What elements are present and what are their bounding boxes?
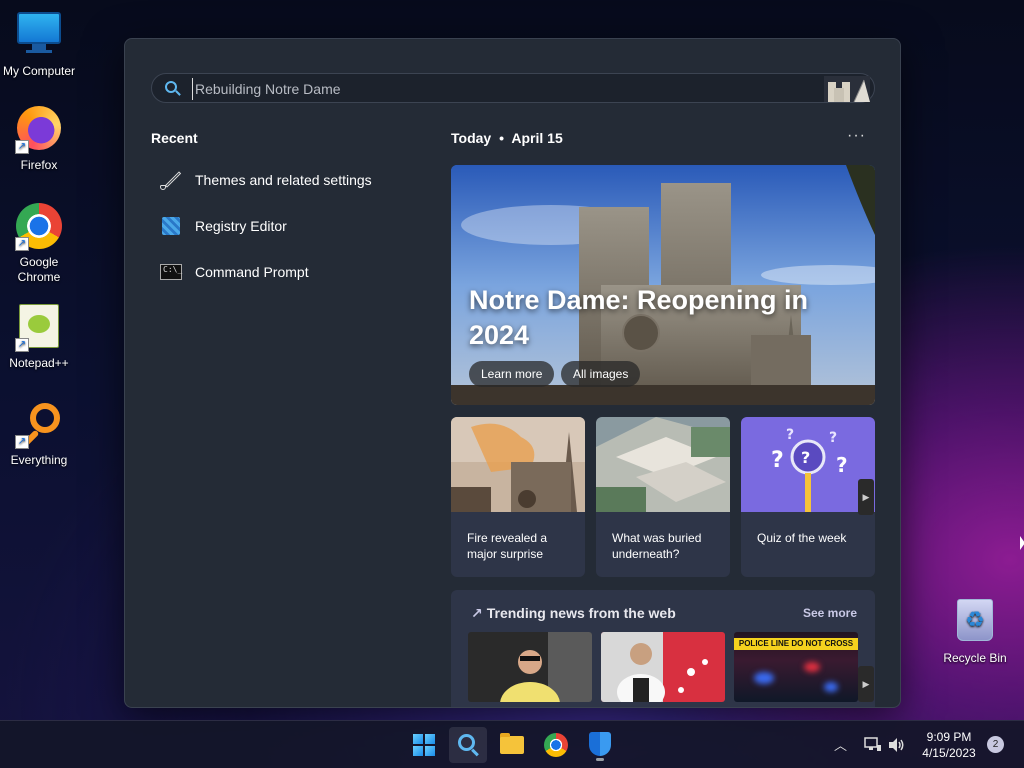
today-separator: • bbox=[499, 130, 504, 146]
today-date: April 15 bbox=[511, 130, 563, 146]
trending-arrow-icon: ↗ bbox=[471, 605, 483, 621]
trending-heading: ↗ Trending news from the web bbox=[471, 605, 676, 622]
taskbar-search-button[interactable] bbox=[449, 727, 487, 763]
shortcut-arrow-icon: ↗ bbox=[15, 237, 29, 251]
desktop-icon-everything[interactable]: ↗ Everything bbox=[0, 400, 78, 467]
computer-icon bbox=[15, 12, 63, 60]
notepadpp-icon: ↗ bbox=[15, 304, 63, 352]
network-icon[interactable] bbox=[864, 737, 882, 753]
search-input[interactable] bbox=[192, 78, 792, 100]
recent-item-label: Themes and related settings bbox=[195, 172, 372, 188]
svg-text:?: ? bbox=[801, 448, 810, 467]
registry-editor-icon bbox=[159, 214, 183, 238]
svg-text:?: ? bbox=[836, 453, 848, 477]
desktop-icon-my-computer[interactable]: My Computer bbox=[0, 8, 78, 78]
hero-card[interactable]: Notre Dame: Reopening in 2024 Learn more… bbox=[451, 165, 875, 405]
running-indicator bbox=[596, 758, 604, 761]
desktop-icon-label: Firefox bbox=[20, 158, 58, 172]
recent-item-command-prompt[interactable]: C:\_ Command Prompt bbox=[159, 258, 419, 286]
svg-text:?: ? bbox=[786, 427, 794, 443]
recent-item-registry-editor[interactable]: Registry Editor bbox=[159, 212, 419, 240]
desktop-icon-label: Everything bbox=[10, 453, 68, 467]
see-more-link[interactable]: See more bbox=[803, 606, 857, 620]
trending-next-button[interactable]: ▶ bbox=[858, 666, 874, 702]
mouse-cursor-icon bbox=[1020, 536, 1024, 550]
folder-icon bbox=[500, 733, 524, 754]
news-card[interactable]: ? ? ? ? ? Quiz of the week bbox=[741, 417, 875, 577]
news-card[interactable]: What was buried underneath? bbox=[596, 417, 730, 577]
desktop-icon-firefox[interactable]: ↗ Firefox bbox=[0, 104, 78, 172]
cards-next-button[interactable]: ▶ bbox=[858, 479, 874, 515]
recent-item-label: Registry Editor bbox=[195, 218, 287, 234]
trending-thumbnail[interactable] bbox=[601, 632, 725, 702]
today-heading: Today • April 15 bbox=[451, 130, 563, 146]
trending-news-section: ↗ Trending news from the web See more POL… bbox=[451, 590, 875, 707]
card-caption: What was buried underneath? bbox=[612, 531, 702, 561]
volume-icon[interactable] bbox=[888, 737, 906, 753]
taskbar-chrome[interactable] bbox=[537, 727, 575, 763]
shortcut-arrow-icon: ↗ bbox=[15, 338, 29, 352]
police-tape: POLICE LINE DO NOT CROSS bbox=[734, 638, 858, 650]
svg-text:?: ? bbox=[771, 448, 784, 473]
all-images-button[interactable]: All images bbox=[561, 361, 641, 387]
notre-dame-thumbnail-icon bbox=[824, 76, 870, 102]
command-prompt-icon: C:\_ bbox=[159, 260, 183, 284]
trending-thumbnail[interactable]: POLICE LINE DO NOT CROSS bbox=[734, 632, 858, 702]
everything-icon: ↗ bbox=[15, 401, 63, 449]
chrome-icon: ↗ bbox=[15, 203, 63, 251]
search-icon bbox=[164, 80, 182, 98]
search-panel: Recent Themes and related settings Regis… bbox=[124, 38, 901, 708]
taskbar: ︿ 9:09 PM 4/15/2023 2 bbox=[0, 720, 1024, 768]
firefox-icon: ↗ bbox=[15, 106, 63, 154]
recycle-bin-icon: ♻ bbox=[951, 599, 999, 647]
clock-date: 4/15/2023 bbox=[922, 746, 976, 760]
today-label: Today bbox=[451, 130, 492, 146]
trending-title: Trending news from the web bbox=[486, 605, 676, 621]
card-image bbox=[596, 417, 730, 512]
card-caption: Fire revealed a major surprise bbox=[467, 531, 548, 561]
shortcut-arrow-icon: ↗ bbox=[15, 435, 29, 449]
trending-thumbnail[interactable] bbox=[468, 632, 592, 702]
desktop-icon-chrome[interactable]: ↗ Google Chrome bbox=[0, 202, 78, 285]
shortcut-arrow-icon: ↗ bbox=[15, 140, 29, 154]
paintbrush-icon bbox=[159, 168, 183, 192]
system-clock[interactable]: 9:09 PM 4/15/2023 bbox=[914, 729, 984, 761]
start-button[interactable] bbox=[405, 727, 443, 763]
more-options-button[interactable]: ··· bbox=[847, 127, 866, 145]
card-image bbox=[451, 417, 585, 512]
card-caption: Quiz of the week bbox=[757, 531, 847, 545]
clock-time: 9:09 PM bbox=[926, 730, 972, 744]
hero-title: Notre Dame: Reopening in 2024 bbox=[469, 285, 809, 350]
recent-item-themes[interactable]: Themes and related settings bbox=[159, 166, 419, 194]
desktop-icon-recycle-bin[interactable]: ♻ Recycle Bin bbox=[936, 596, 1014, 665]
news-card[interactable]: Fire revealed a major surprise bbox=[451, 417, 585, 577]
desktop-icon-label: Notepad++ bbox=[9, 356, 69, 370]
shield-icon bbox=[589, 732, 611, 756]
desktop-icon-notepadpp[interactable]: ↗ Notepad++ bbox=[0, 302, 78, 370]
learn-more-button[interactable]: Learn more bbox=[469, 361, 555, 387]
svg-text:?: ? bbox=[829, 430, 837, 446]
desktop-icon-label: Google Chrome bbox=[17, 255, 61, 284]
desktop-icon-label: Recycle Bin bbox=[943, 651, 1007, 665]
recent-heading: Recent bbox=[151, 130, 198, 146]
notification-badge[interactable]: 2 bbox=[987, 736, 1004, 753]
recent-item-label: Command Prompt bbox=[195, 264, 309, 280]
taskbar-security[interactable] bbox=[581, 727, 619, 763]
show-hidden-icons-button[interactable]: ︿ bbox=[834, 735, 847, 754]
taskbar-file-explorer[interactable] bbox=[493, 727, 531, 763]
search-bar[interactable] bbox=[151, 73, 875, 103]
desktop-icon-label: My Computer bbox=[2, 64, 76, 78]
chrome-icon bbox=[544, 733, 568, 757]
windows-logo-icon bbox=[413, 734, 435, 756]
card-image: ? ? ? ? ? bbox=[741, 417, 875, 512]
